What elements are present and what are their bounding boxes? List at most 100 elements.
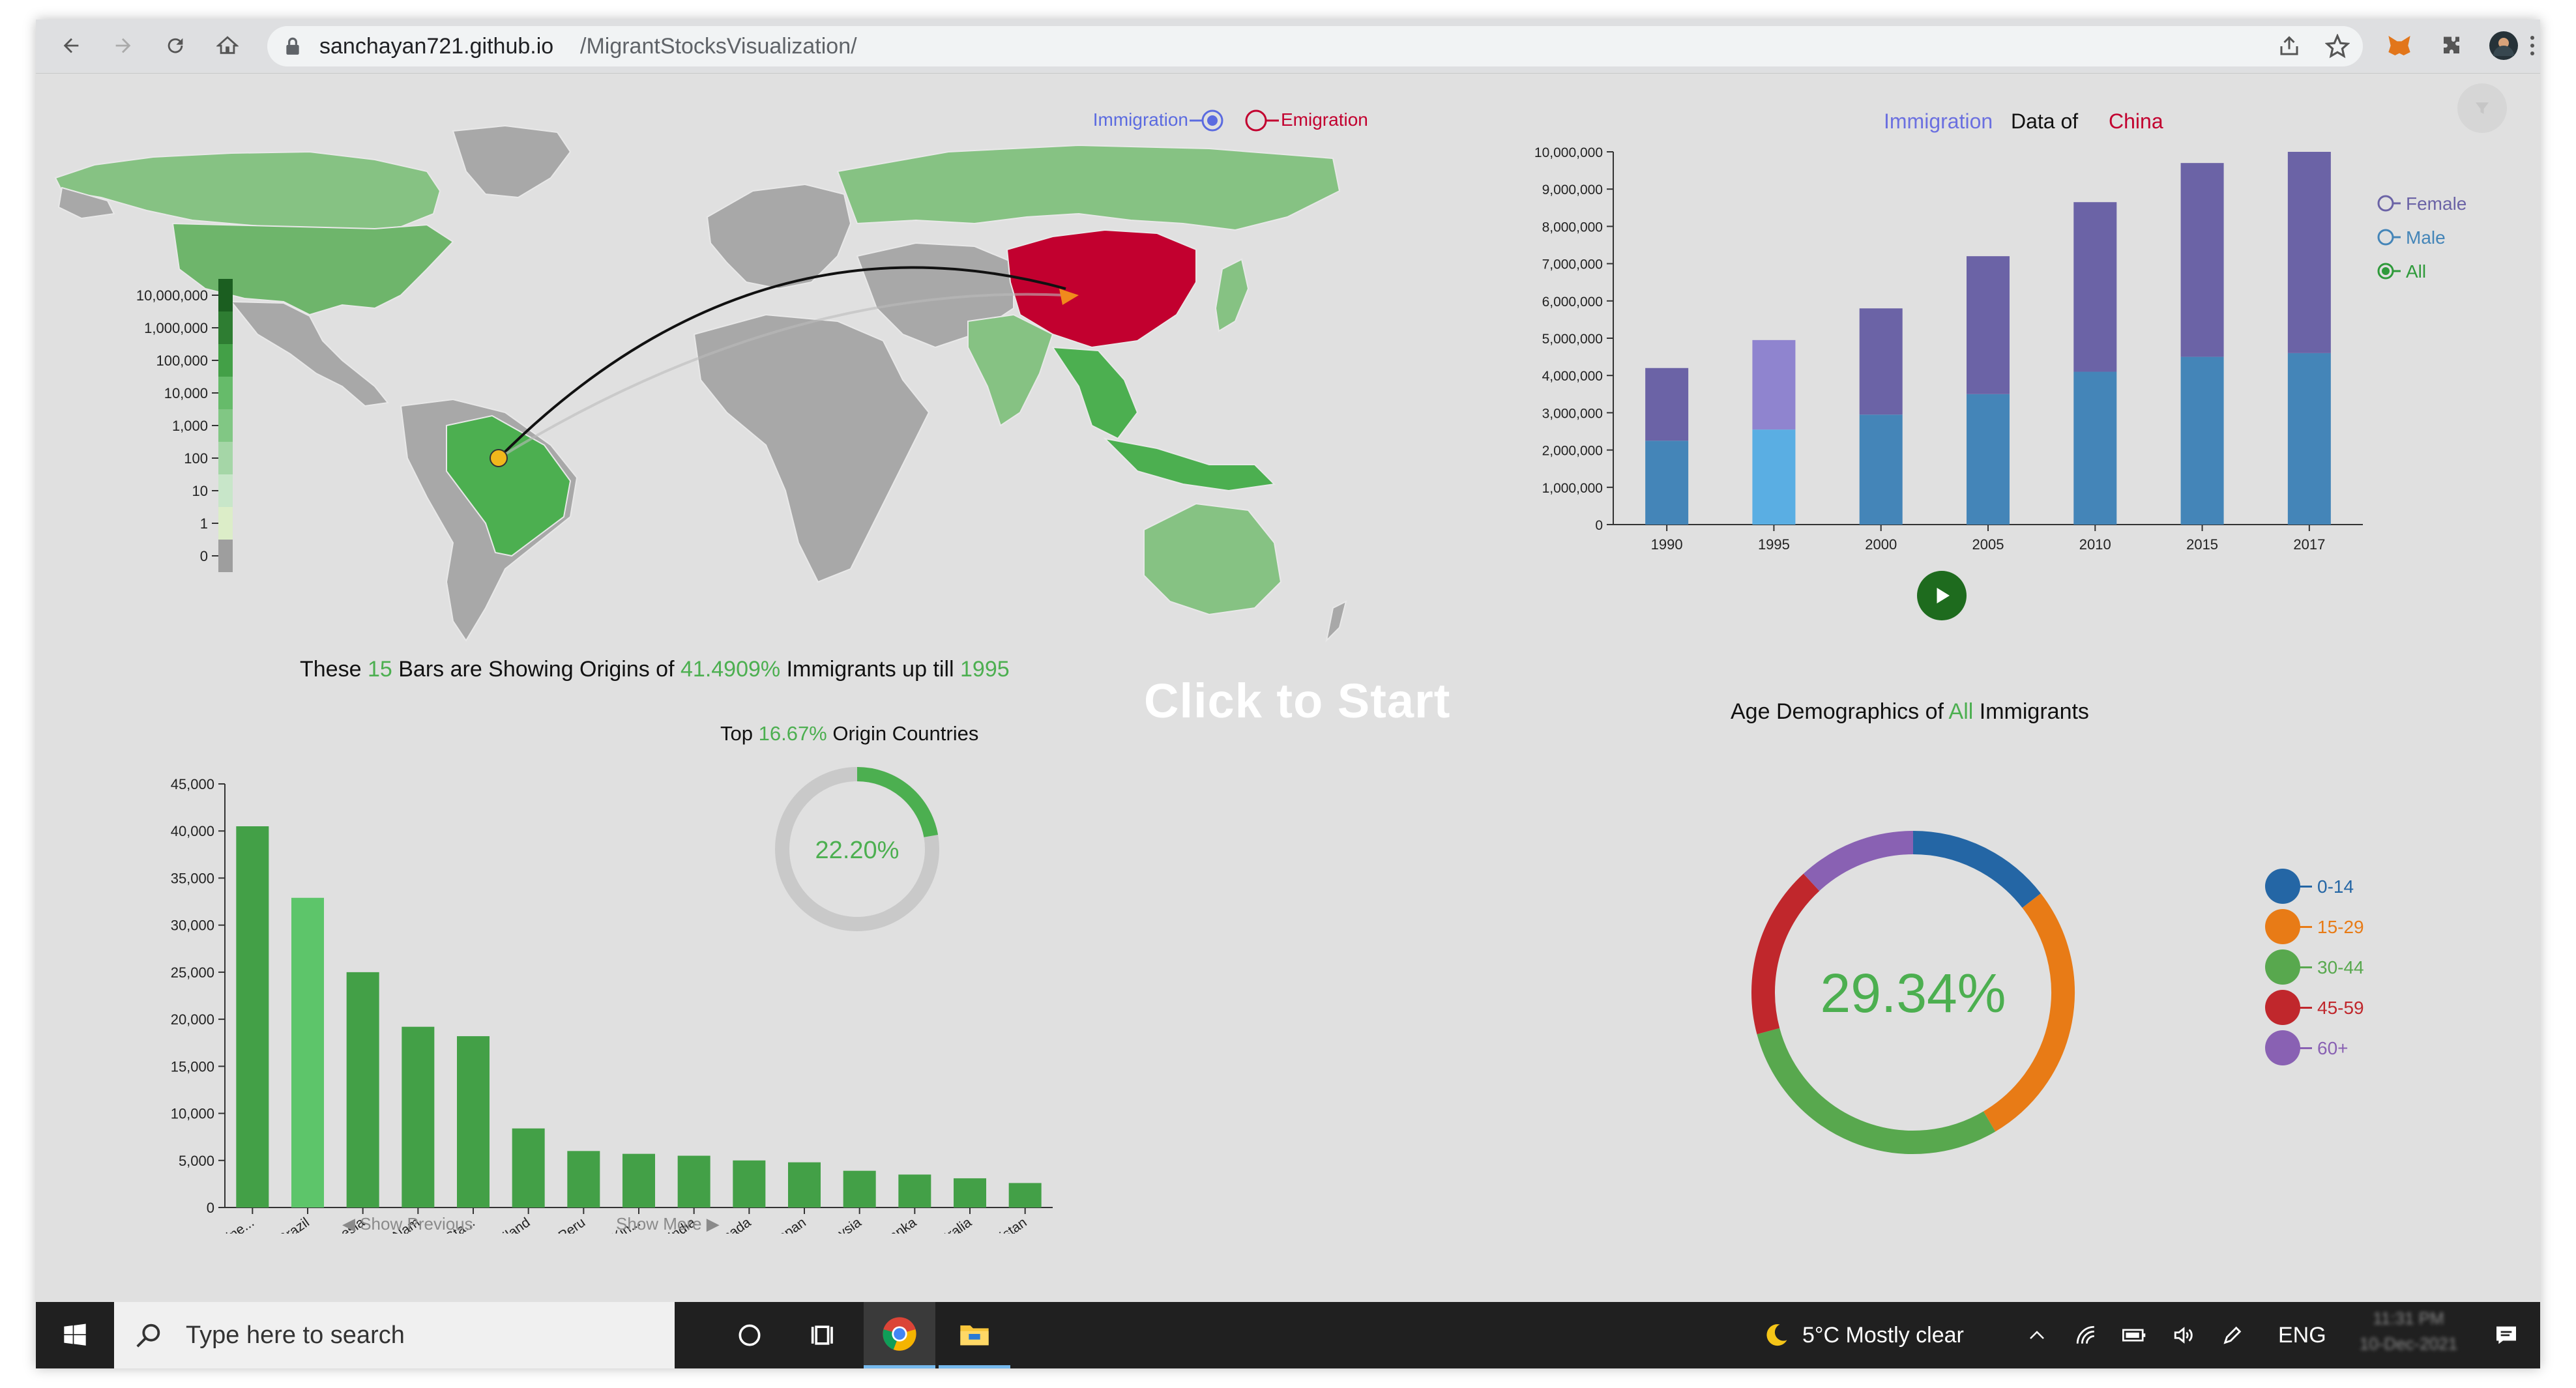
age-slice-60+ (1803, 831, 1914, 891)
y-tick-label: 0 (207, 1200, 214, 1216)
donut-center-value: 22.20% (815, 837, 900, 864)
show-previous-button[interactable]: ◀ Show Previous (342, 1214, 473, 1234)
reload-icon[interactable] (158, 29, 192, 63)
y-tick-label: 0 (1595, 518, 1603, 533)
battery-icon[interactable] (2115, 1302, 2154, 1368)
bookmark-star-icon[interactable] (2324, 33, 2350, 62)
origin-bars-title: These 15 Bars are Showing Origins of 41.… (300, 657, 1010, 682)
play-button[interactable] (1917, 571, 1967, 620)
bar-male-2010 (2073, 371, 2117, 525)
y-tick-label: 10,000,000 (1534, 145, 1603, 160)
map-legend-swatch (218, 344, 233, 377)
home-icon[interactable] (211, 29, 244, 63)
map-legend-label: 10,000,000 (136, 287, 208, 304)
x-tick-label: 1995 (1758, 536, 1790, 553)
age-slice-45-59 (1751, 873, 1820, 1035)
bar-male-2017 (2287, 353, 2331, 525)
age-slice-30-44 (1757, 1028, 1996, 1154)
settings-faded-button[interactable] (2457, 83, 2507, 133)
x-tick-label: Philippine... (190, 1215, 257, 1234)
profile-avatar[interactable] (2487, 29, 2521, 63)
age-legend-swatch (2265, 1030, 2300, 1065)
bar-female-1990 (1645, 368, 1689, 441)
donut-value-arc (856, 767, 939, 838)
menu-kebab-icon[interactable] (2525, 29, 2540, 63)
age-legend-swatch (2265, 990, 2300, 1025)
immigration-bar-chart[interactable]: 0 1,000,000 2,000,000 3,000,000 4,000,000 5,0… (1515, 132, 2493, 628)
immigration-toggle-label: Immigration (1093, 109, 1188, 130)
show-more-button[interactable]: Show More ▶ (616, 1214, 720, 1234)
metamask-fox-icon[interactable] (2382, 29, 2416, 63)
age-legend-item-45-59[interactable]: 45-59 (2265, 990, 2461, 1026)
top-origin-title: Top 16.67% Origin Countries (720, 722, 979, 745)
map-legend-label: 100,000 (156, 353, 208, 369)
age-demographics-donut[interactable]: 29.34% (1731, 810, 2096, 1175)
url-path: /MigrantStocksVisualization/ (580, 34, 857, 59)
bar-Philippine... (236, 826, 269, 1207)
bar-Peru (567, 1151, 600, 1207)
file-explorer-icon[interactable] (939, 1302, 1010, 1368)
bar-Malaysia (843, 1170, 876, 1207)
x-tick-label: 2017 (2293, 536, 2325, 553)
extensions-puzzle-icon[interactable] (2435, 29, 2468, 63)
url-host: sanchayan721.github.io (319, 34, 554, 59)
windows-start-icon[interactable] (39, 1302, 111, 1368)
bar-female-2017 (2287, 152, 2331, 353)
cortana-icon[interactable] (714, 1302, 785, 1368)
bar-Thailand (512, 1128, 545, 1207)
emigration-radio[interactable] (1245, 109, 1267, 132)
bar-female-2010 (2073, 202, 2117, 372)
legend-female[interactable]: Female (2376, 191, 2519, 217)
age-center-value: 29.34% (1821, 962, 2006, 1024)
pen-icon[interactable] (2213, 1302, 2252, 1368)
y-tick-label: 20,000 (171, 1011, 214, 1028)
y-tick-label: 35,000 (171, 870, 214, 886)
emigration-toggle-label: Emigration (1281, 109, 1368, 130)
address-bar[interactable]: sanchayan721.github.io /MigrantStocksVis… (267, 26, 2363, 66)
weather-moon-icon[interactable] (1757, 1302, 1796, 1368)
click-to-start-button[interactable]: Click to Start (1144, 673, 1450, 729)
taskbar-search-box[interactable]: Type here to search (114, 1302, 675, 1368)
bar-United Kin... (622, 1153, 655, 1207)
task-view-icon[interactable] (789, 1302, 860, 1368)
age-legend-item-60+[interactable]: 60+ (2265, 1030, 2461, 1067)
chrome-taskbar-icon[interactable] (864, 1302, 935, 1368)
y-tick-label: 7,000,000 (1542, 257, 1603, 272)
map-legend-label: 1,000 (172, 418, 208, 434)
bar-Pakistan (1008, 1183, 1042, 1207)
x-tick-label: 1990 (1651, 536, 1683, 553)
forward-icon[interactable] (106, 29, 140, 63)
y-tick-label: 3,000,000 (1542, 406, 1603, 421)
language-indicator[interactable]: ENG (2278, 1323, 2326, 1348)
share-icon[interactable] (2277, 35, 2301, 61)
bar-Sri Lanka (898, 1174, 931, 1207)
map-legend-swatch (218, 540, 233, 572)
y-tick-label: 40,000 (171, 823, 214, 839)
x-tick-label: Brazil (276, 1215, 312, 1234)
age-legend-item-30-44[interactable]: 30-44 (2265, 949, 2461, 986)
y-tick-label: 5,000 (179, 1153, 214, 1169)
bar-male-1995 (1752, 429, 1796, 525)
volume-icon[interactable] (2164, 1302, 2203, 1368)
weather-text[interactable]: 5°C Mostly clear (1802, 1323, 1964, 1348)
world-map[interactable]: Immigration Emigration 10,000,0001,000,0… (36, 74, 1405, 647)
immigration-radio-dot (1207, 115, 1218, 126)
y-tick-label: 1,000,000 (1542, 481, 1603, 496)
network-icon[interactable] (2066, 1302, 2105, 1368)
map-legend-swatch (218, 311, 233, 344)
y-tick-label: 8,000,000 (1542, 220, 1603, 235)
notifications-icon[interactable] (2480, 1302, 2532, 1368)
origin-marker (490, 449, 508, 467)
chevron-up-icon[interactable] (2017, 1302, 2056, 1368)
browser-window: sanchayan721.github.io /MigrantStocksVis… (36, 20, 2540, 1368)
legend-all[interactable]: All (2376, 259, 2519, 285)
origin-bar-chart[interactable]: 0 5,000 10,000 15,000 20,000 25,000 30,000 35,0… (62, 699, 1105, 1234)
legend-male[interactable]: Male (2376, 225, 2519, 251)
back-icon[interactable] (54, 29, 88, 63)
map-legend-label: 100 (184, 450, 208, 467)
age-legend-item-0-14[interactable]: 0-14 (2265, 869, 2461, 905)
clock[interactable]: 11:31 PM 10-Dec-2021 (2356, 1308, 2461, 1363)
y-tick-label: 6,000,000 (1542, 295, 1603, 310)
map-legend-label: 10,000 (164, 385, 208, 401)
age-legend-item-15-29[interactable]: 15-29 (2265, 909, 2461, 946)
